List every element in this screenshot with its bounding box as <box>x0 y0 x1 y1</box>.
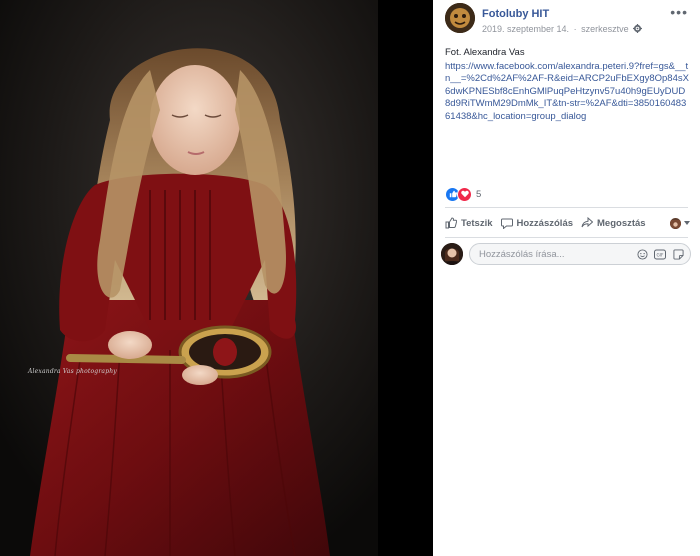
avatar <box>670 217 681 229</box>
comment-input[interactable]: Hozzászólás írása... GIF <box>469 243 691 265</box>
comment-composer: Hozzászólás írása... GIF <box>441 243 693 269</box>
thumb-up-icon <box>445 217 457 229</box>
edited-label[interactable]: szerkesztve <box>581 24 629 34</box>
more-icon[interactable]: ••• <box>670 4 688 20</box>
post-link[interactable]: https://www.facebook.com/alexandra.peter… <box>445 61 690 124</box>
like-button[interactable]: Tetszik <box>445 217 493 229</box>
emoji-icon[interactable] <box>636 248 648 260</box>
divider <box>445 207 688 208</box>
reaction-count: 5 <box>476 188 482 200</box>
love-reaction-icon <box>457 186 472 202</box>
divider <box>445 237 688 238</box>
gear-icon[interactable] <box>633 24 643 35</box>
share-button[interactable]: Megosztás <box>581 217 646 229</box>
comment-bubble-icon <box>500 218 513 229</box>
share-label: Megosztás <box>597 217 646 229</box>
post-header: Fotoluby HIT 2019. szeptember 14. · szer… <box>445 3 695 39</box>
page-avatar[interactable] <box>445 3 475 33</box>
caret-down-icon <box>684 221 690 225</box>
post-date[interactable]: 2019. szeptember 14. <box>482 24 569 34</box>
photo-viewer[interactable]: Alexandra Vas photography <box>0 0 433 556</box>
photo-watermark: Alexandra Vas photography <box>28 368 117 375</box>
reaction-audience-selector[interactable] <box>670 217 690 229</box>
meta-separator: · <box>573 24 577 34</box>
like-label: Tetszik <box>461 217 493 229</box>
comment-button[interactable]: Hozzászólás <box>500 217 574 229</box>
post-meta: 2019. szeptember 14. · szerkesztve <box>482 24 643 35</box>
action-bar: Tetszik Hozzászólás Megosztás <box>445 212 690 234</box>
reaction-summary[interactable]: 5 <box>445 186 481 202</box>
post-text: Fot. Alexandra Vas https://www.facebook.… <box>445 47 690 123</box>
comment-tools: GIF <box>636 248 684 260</box>
post-caption: Fot. Alexandra Vas <box>445 47 525 58</box>
page-name-link[interactable]: Fotoluby HIT <box>482 8 549 20</box>
sticker-icon[interactable] <box>672 248 684 260</box>
avatar <box>441 243 463 265</box>
comment-label: Hozzászólás <box>516 217 574 229</box>
post-photo <box>0 0 433 556</box>
share-arrow-icon <box>581 217 594 228</box>
svg-text:GIF: GIF <box>657 252 664 257</box>
post-sidebar: Fotoluby HIT 2019. szeptember 14. · szer… <box>433 0 700 556</box>
comment-placeholder: Hozzászólás írása... <box>479 249 565 260</box>
gif-icon[interactable]: GIF <box>654 248 666 260</box>
